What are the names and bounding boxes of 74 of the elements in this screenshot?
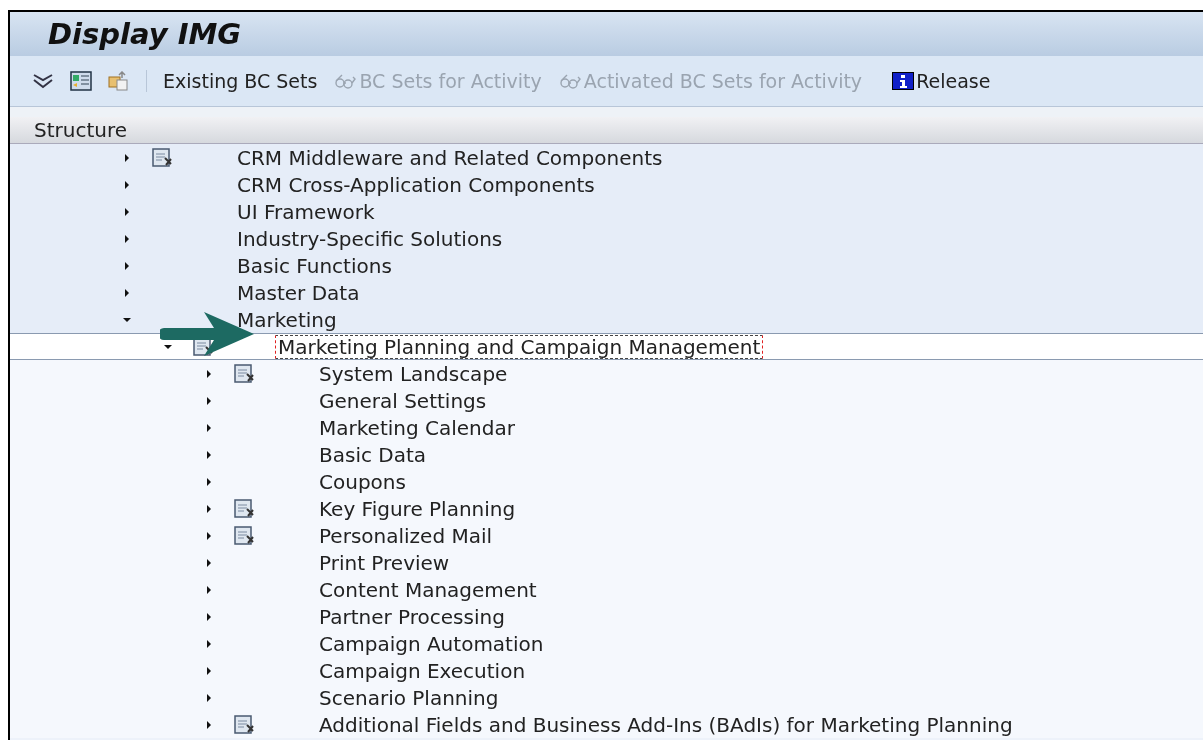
glasses-icon xyxy=(333,73,358,89)
tree-item-label: System Landscape xyxy=(318,361,509,386)
tree-item-label: Basic Data xyxy=(318,442,428,467)
tree-item-label: Print Preview xyxy=(318,550,451,575)
tree-row[interactable]: Industry-Specific Solutions xyxy=(10,225,1203,252)
expand-icon[interactable] xyxy=(122,287,132,298)
tree-item-label: Marketing xyxy=(236,307,338,332)
tree-row[interactable]: Marketing Planning and Campaign Management xyxy=(10,333,1203,360)
tree-item-label: CRM Cross-Application Components xyxy=(236,172,596,197)
tree-row[interactable]: Basic Functions xyxy=(10,252,1203,279)
expand-icon[interactable] xyxy=(204,503,214,514)
expand-icon[interactable] xyxy=(122,206,132,217)
tree-row[interactable]: Campaign Automation xyxy=(10,630,1203,657)
tree-row[interactable]: Additional Fields and Business Add-Ins (BAdIs) for Marketing Planning xyxy=(10,711,1203,738)
expand-icon[interactable] xyxy=(204,449,214,460)
glasses-icon xyxy=(557,73,582,89)
tree-row[interactable]: Print Preview xyxy=(10,549,1203,576)
tree-row[interactable]: UI Framework xyxy=(10,198,1203,225)
expand-icon[interactable] xyxy=(122,233,132,244)
tree-row[interactable]: Key Figure Planning xyxy=(10,495,1203,522)
toolbar-button[interactable]: Release xyxy=(892,70,991,92)
tree-row[interactable]: Marketing Calendar xyxy=(10,414,1203,441)
expand-icon[interactable] xyxy=(204,557,214,568)
tree-item-label: Master Data xyxy=(236,280,361,305)
tree-item-label: UI Framework xyxy=(236,199,376,224)
tree-row[interactable]: Master Data xyxy=(10,279,1203,306)
tree-item-label: Partner Processing xyxy=(318,604,506,629)
expand-icon[interactable] xyxy=(204,395,214,406)
tree-item-label: General Settings xyxy=(318,388,488,413)
tree-row[interactable]: Personalized Mail xyxy=(10,522,1203,549)
tree-item-label: Industry-Specific Solutions xyxy=(236,226,504,251)
tree-row[interactable]: CRM Cross-Application Components xyxy=(10,171,1203,198)
tree-row[interactable]: CRM Middleware and Related Components xyxy=(10,144,1203,171)
tree-item-label: Campaign Execution xyxy=(318,658,527,683)
tree-item-label: Additional Fields and Business Add-Ins (BAdIs) for Marketing Planning xyxy=(318,712,1014,737)
tree-row[interactable]: Coupons xyxy=(10,468,1203,495)
expand-icon[interactable] xyxy=(204,692,214,703)
expand-icon[interactable] xyxy=(122,260,132,271)
tree-item-label: Basic Functions xyxy=(236,253,393,278)
tree-row[interactable]: System Landscape xyxy=(10,360,1203,387)
window-title: Display IMG xyxy=(48,17,242,51)
expand-icon[interactable] xyxy=(204,584,214,595)
tree-item-label: Content Management xyxy=(318,577,538,602)
tree-item-label: Key Figure Planning xyxy=(318,496,517,521)
tree-item-label: Scenario Planning xyxy=(318,685,500,710)
table-icon[interactable] xyxy=(70,71,92,91)
tree-row[interactable]: Marketing xyxy=(10,306,1203,333)
copy-icon[interactable] xyxy=(108,71,130,91)
expand-icon[interactable] xyxy=(204,368,214,379)
expand-icon[interactable] xyxy=(204,422,214,433)
tree-item-label: Coupons xyxy=(318,469,407,494)
tree-row[interactable]: General Settings xyxy=(10,387,1203,414)
tree-item-label: Marketing Planning and Campaign Management xyxy=(275,334,764,359)
filter-icon[interactable] xyxy=(32,72,54,90)
expand-icon[interactable] xyxy=(204,638,214,649)
expand-icon[interactable] xyxy=(122,179,132,190)
tree-row[interactable]: Scenario Planning xyxy=(10,684,1203,711)
header-label: Structure xyxy=(34,118,128,142)
tree-row[interactable]: Basic Data xyxy=(10,441,1203,468)
tree-item-label: Campaign Automation xyxy=(318,631,545,656)
expand-icon[interactable] xyxy=(204,476,214,487)
toolbar-button[interactable]: Existing BC Sets xyxy=(163,70,318,92)
expand-icon[interactable] xyxy=(204,611,214,622)
tree-row[interactable]: Campaign Execution xyxy=(10,657,1203,684)
tree-item-label: Personalized Mail xyxy=(318,523,494,548)
expand-icon[interactable] xyxy=(122,152,132,163)
expand-icon[interactable] xyxy=(204,665,214,676)
tree-row[interactable]: Content Management xyxy=(10,576,1203,603)
tree-row[interactable]: Partner Processing xyxy=(10,603,1203,630)
tree-item-label: Marketing Calendar xyxy=(318,415,516,440)
expand-icon[interactable] xyxy=(204,719,214,730)
expand-icon[interactable] xyxy=(204,530,214,541)
info-icon xyxy=(892,72,915,90)
tree-item-label: CRM Middleware and Related Components xyxy=(236,145,664,170)
